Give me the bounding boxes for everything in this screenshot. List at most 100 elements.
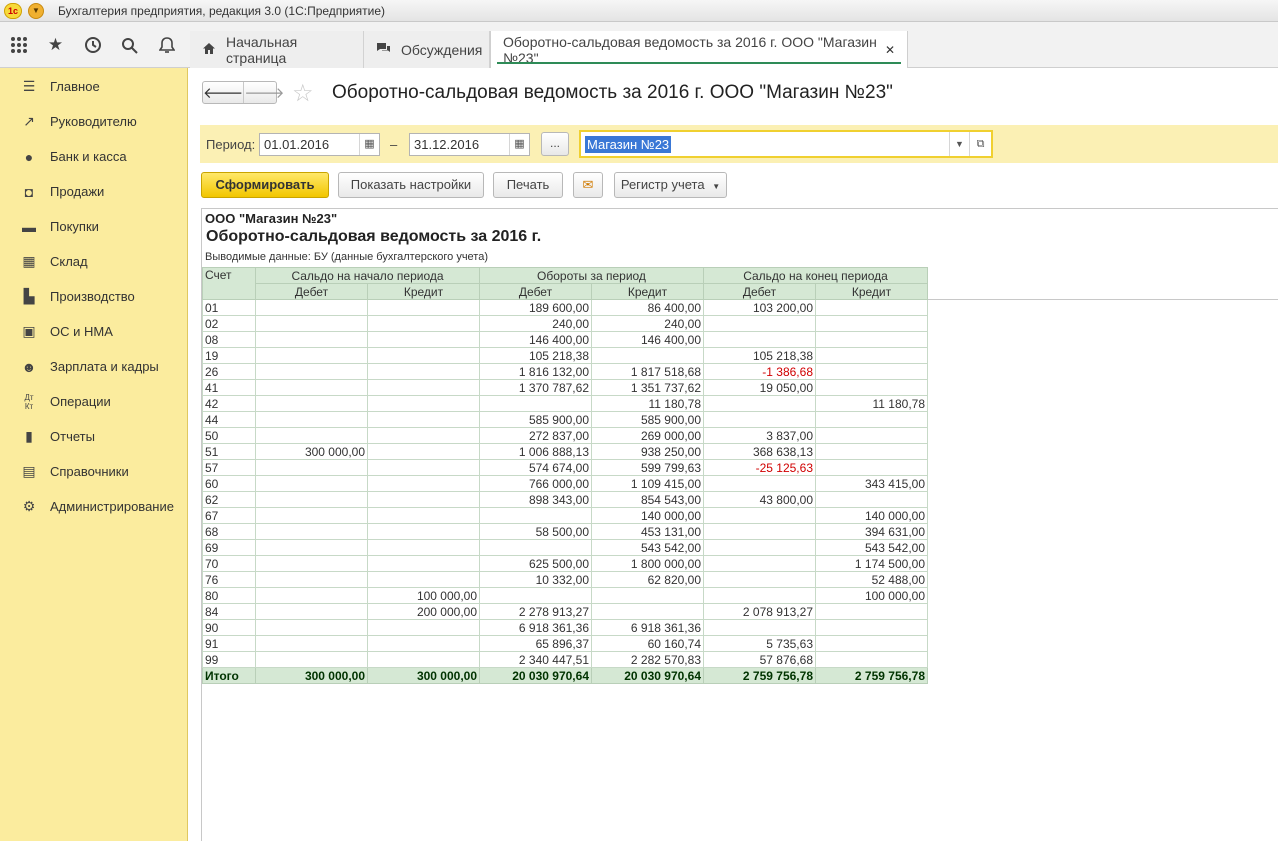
apps-grid-icon[interactable] bbox=[0, 22, 37, 68]
account-cell[interactable]: 26 bbox=[202, 363, 256, 380]
main-menu-icon[interactable]: ▼ bbox=[28, 2, 44, 19]
search-icon[interactable] bbox=[111, 22, 148, 68]
sidebar-item-warehouse[interactable]: ▦ Склад bbox=[0, 244, 187, 279]
tab-home[interactable]: Начальная страница bbox=[190, 31, 364, 68]
sidebar-item-purchases[interactable]: ▬ Покупки bbox=[0, 209, 187, 244]
table-row[interactable]: 42 11 180,78 11 180,78 bbox=[202, 395, 928, 412]
amount-cell[interactable] bbox=[815, 427, 928, 444]
amount-cell[interactable] bbox=[255, 363, 368, 380]
sidebar-item-assets[interactable]: ▣ ОС и НМА bbox=[0, 314, 187, 349]
amount-cell[interactable] bbox=[255, 427, 368, 444]
amount-cell[interactable] bbox=[703, 475, 816, 492]
sidebar-item-production[interactable]: ▙ Производство bbox=[0, 279, 187, 314]
amount-cell[interactable] bbox=[815, 619, 928, 636]
amount-cell[interactable] bbox=[367, 395, 480, 412]
amount-cell[interactable] bbox=[255, 491, 368, 508]
amount-cell[interactable] bbox=[703, 331, 816, 348]
amount-cell[interactable]: 543 542,00 bbox=[591, 539, 704, 556]
amount-cell[interactable]: -1 386,68 bbox=[703, 363, 816, 380]
favorite-star-icon[interactable]: ☆ bbox=[292, 79, 314, 108]
amount-cell[interactable] bbox=[815, 331, 928, 348]
amount-cell[interactable] bbox=[255, 347, 368, 364]
account-cell[interactable]: 60 bbox=[202, 475, 256, 492]
amount-cell[interactable]: 52 488,00 bbox=[815, 571, 928, 588]
amount-cell[interactable] bbox=[703, 555, 816, 572]
amount-cell[interactable]: -25 125,63 bbox=[703, 459, 816, 476]
amount-cell[interactable] bbox=[367, 475, 480, 492]
amount-cell[interactable] bbox=[815, 347, 928, 364]
favorites-star-icon[interactable]: ★ bbox=[37, 22, 74, 68]
print-button[interactable]: Печать bbox=[493, 172, 563, 198]
amount-cell[interactable] bbox=[367, 443, 480, 460]
amount-cell[interactable]: 898 343,00 bbox=[479, 491, 592, 508]
amount-cell[interactable] bbox=[367, 347, 480, 364]
calendar-icon[interactable]: ▦ bbox=[509, 134, 529, 155]
amount-cell[interactable] bbox=[479, 395, 592, 412]
account-cell[interactable]: 02 bbox=[202, 315, 256, 332]
account-cell[interactable]: 90 bbox=[202, 619, 256, 636]
amount-cell[interactable]: 58 500,00 bbox=[479, 523, 592, 540]
account-cell[interactable]: 50 bbox=[202, 427, 256, 444]
sidebar-item-reports[interactable]: ▮ Отчеты bbox=[0, 419, 187, 454]
sidebar-item-operations[interactable]: Дт Кт Операции bbox=[0, 384, 187, 419]
account-cell[interactable]: 70 bbox=[202, 555, 256, 572]
account-cell[interactable]: 01 bbox=[202, 299, 256, 316]
amount-cell[interactable] bbox=[255, 523, 368, 540]
account-cell[interactable]: 84 bbox=[202, 603, 256, 620]
amount-cell[interactable] bbox=[367, 331, 480, 348]
amount-cell[interactable] bbox=[479, 507, 592, 524]
account-cell[interactable]: 69 bbox=[202, 539, 256, 556]
amount-cell[interactable]: 240,00 bbox=[591, 315, 704, 332]
account-cell[interactable]: 67 bbox=[202, 507, 256, 524]
amount-cell[interactable] bbox=[815, 299, 928, 316]
amount-cell[interactable]: 189 600,00 bbox=[479, 299, 592, 316]
account-cell[interactable]: 41 bbox=[202, 379, 256, 396]
amount-cell[interactable]: 86 400,00 bbox=[591, 299, 704, 316]
select-period-button[interactable]: ... bbox=[541, 132, 569, 156]
amount-cell[interactable]: 140 000,00 bbox=[815, 507, 928, 524]
table-row[interactable]: 69 543 542,00 543 542,00 bbox=[202, 539, 928, 556]
amount-cell[interactable] bbox=[367, 299, 480, 316]
amount-cell[interactable]: 103 200,00 bbox=[703, 299, 816, 316]
amount-cell[interactable]: 19 050,00 bbox=[703, 379, 816, 396]
amount-cell[interactable] bbox=[367, 315, 480, 332]
amount-cell[interactable] bbox=[703, 315, 816, 332]
amount-cell[interactable]: 585 900,00 bbox=[479, 411, 592, 428]
amount-cell[interactable]: 146 400,00 bbox=[479, 331, 592, 348]
table-row[interactable]: 67 140 000,00 140 000,00 bbox=[202, 507, 928, 524]
amount-cell[interactable] bbox=[367, 507, 480, 524]
amount-cell[interactable] bbox=[255, 619, 368, 636]
amount-cell[interactable]: 11 180,78 bbox=[815, 395, 928, 412]
amount-cell[interactable] bbox=[367, 651, 480, 668]
amount-cell[interactable] bbox=[815, 459, 928, 476]
organization-field[interactable]: Магазин №23 ▼ ⧉ bbox=[579, 130, 993, 158]
amount-cell[interactable] bbox=[367, 571, 480, 588]
amount-cell[interactable] bbox=[255, 459, 368, 476]
amount-cell[interactable] bbox=[703, 507, 816, 524]
amount-cell[interactable]: 2 340 447,51 bbox=[479, 651, 592, 668]
sidebar-item-admin[interactable]: ⚙ Администрирование bbox=[0, 489, 187, 524]
account-cell[interactable]: 57 bbox=[202, 459, 256, 476]
amount-cell[interactable] bbox=[367, 427, 480, 444]
period-from-field[interactable]: 01.01.2016 ▦ bbox=[259, 133, 380, 156]
amount-cell[interactable]: 272 837,00 bbox=[479, 427, 592, 444]
sidebar-item-bank[interactable]: ● Банк и касса bbox=[0, 139, 187, 174]
table-row[interactable]: 08 146 400,00 146 400,00 bbox=[202, 331, 928, 348]
notifications-bell-icon[interactable] bbox=[148, 22, 185, 68]
amount-cell[interactable]: 65 896,37 bbox=[479, 635, 592, 652]
amount-cell[interactable]: 10 332,00 bbox=[479, 571, 592, 588]
amount-cell[interactable]: 6 918 361,36 bbox=[591, 619, 704, 636]
amount-cell[interactable]: 3 837,00 bbox=[703, 427, 816, 444]
account-cell[interactable]: 91 bbox=[202, 635, 256, 652]
account-cell[interactable]: 19 bbox=[202, 347, 256, 364]
amount-cell[interactable]: 394 631,00 bbox=[815, 523, 928, 540]
amount-cell[interactable] bbox=[815, 603, 928, 620]
amount-cell[interactable] bbox=[255, 555, 368, 572]
amount-cell[interactable] bbox=[815, 635, 928, 652]
open-icon[interactable]: ⧉ bbox=[969, 132, 991, 156]
amount-cell[interactable] bbox=[703, 539, 816, 556]
period-to-field[interactable]: 31.12.2016 ▦ bbox=[409, 133, 530, 156]
amount-cell[interactable] bbox=[255, 299, 368, 316]
account-cell[interactable]: 62 bbox=[202, 491, 256, 508]
amount-cell[interactable]: 766 000,00 bbox=[479, 475, 592, 492]
